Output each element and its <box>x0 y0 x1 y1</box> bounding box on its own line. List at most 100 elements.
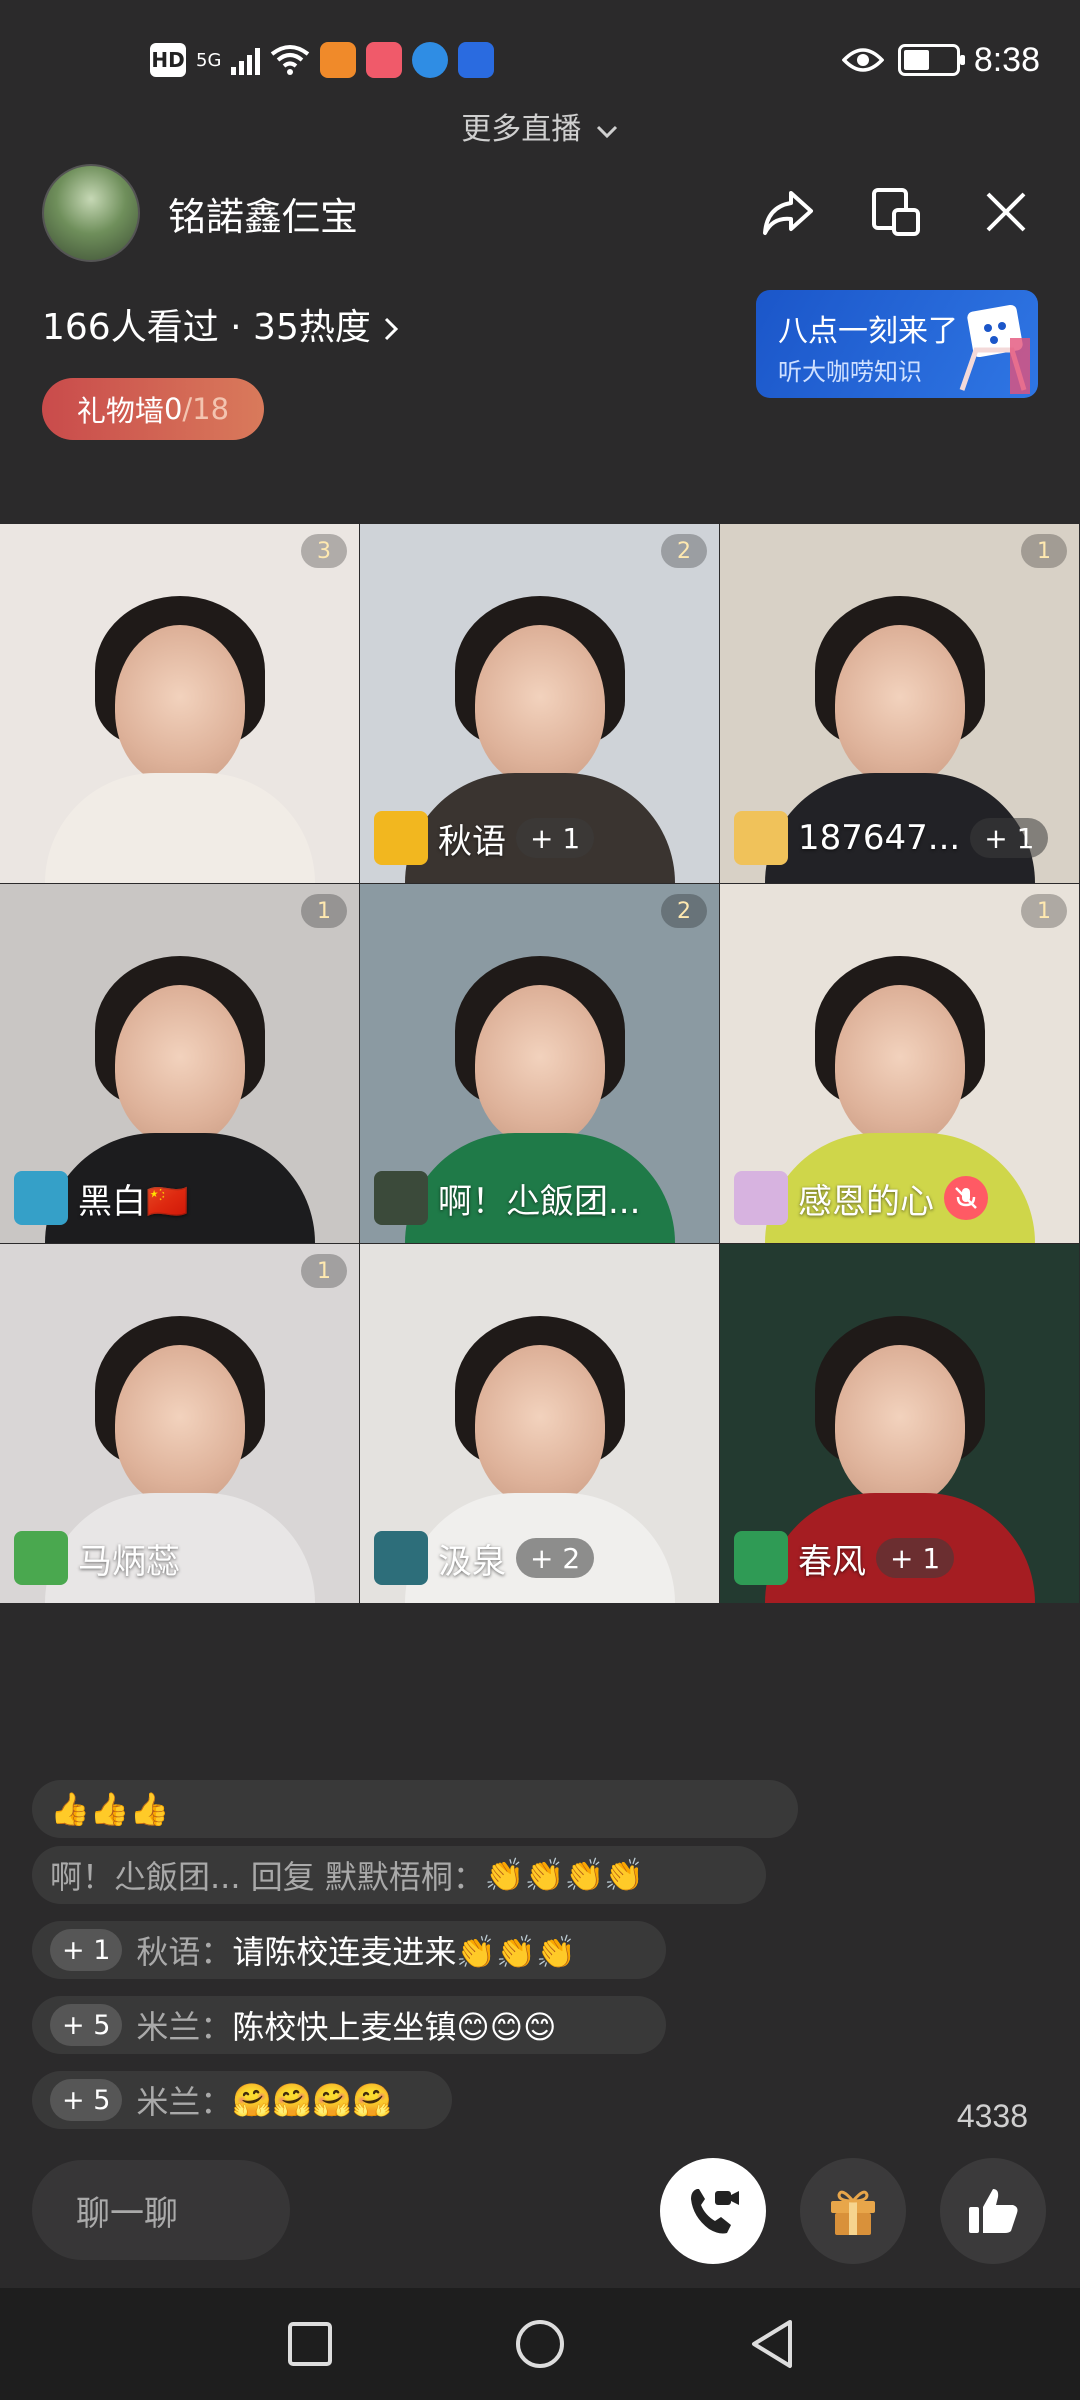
chat-message[interactable]: + 1 秋语： 请陈校连麦进来👏👏👏 <box>32 1921 666 1979</box>
picture-in-picture-icon[interactable] <box>864 180 928 244</box>
room-name[interactable]: 铭諾鑫仨宝 <box>168 186 358 241</box>
back-button[interactable] <box>744 2316 800 2372</box>
seat-number-badge: 2 <box>661 534 707 568</box>
seat-number-badge: 1 <box>301 1254 347 1288</box>
more-live-label: 更多直播 <box>461 112 582 147</box>
eye-icon <box>841 48 884 72</box>
participant-face <box>474 1344 605 1505</box>
close-icon[interactable] <box>974 180 1038 244</box>
hd-icon: HD <box>150 43 186 77</box>
participant-name: 汲泉 <box>438 1541 506 1582</box>
viewers-stats[interactable]: 166人看过 · 35热度 <box>42 298 400 350</box>
gift-button[interactable] <box>800 2158 906 2264</box>
participant-avatar <box>734 1171 788 1225</box>
video-call-button[interactable] <box>660 2158 766 2264</box>
gift-wall-button[interactable]: 礼物墙 0 /18 <box>42 378 264 440</box>
network-type: 5G <box>196 49 222 71</box>
participant-nameplate[interactable]: 春风 + 1 <box>734 1531 955 1585</box>
video-tile[interactable]: 汲泉 + 2 <box>360 1244 719 1603</box>
video-tile[interactable]: 2 秋语 + 1 <box>360 524 719 883</box>
participant-avatar <box>14 1531 68 1585</box>
viewers-text: 166人看过 · 35热度 <box>42 307 371 348</box>
seat-number-badge: 1 <box>301 894 347 928</box>
video-tile[interactable]: 1 黑白🇨🇳 <box>0 884 359 1243</box>
battery-icon <box>897 44 965 76</box>
participant-nameplate[interactable]: 马炳蕊 <box>14 1531 180 1585</box>
chat-text: 👍👍👍 <box>50 1790 170 1828</box>
home-icon <box>516 2320 564 2368</box>
chat-message[interactable]: + 5 米兰： 🤗🤗🤗🤗 <box>32 2071 452 2129</box>
chat-message[interactable]: + 5 米兰： 陈校快上麦坐镇😊😊😊 <box>32 1996 666 2054</box>
participant-avatar <box>374 811 428 865</box>
gift-icon <box>831 2190 875 2235</box>
like-button[interactable] <box>940 2158 1046 2264</box>
browser-app-icon <box>412 42 449 78</box>
gift-wall-label: 礼物墙 <box>76 394 164 428</box>
participant-nameplate[interactable]: 汲泉 + 2 <box>374 1531 595 1585</box>
participant-level-badge: + 2 <box>516 1538 595 1578</box>
seat-number-badge: 1 <box>1021 534 1067 568</box>
more-live-dropdown[interactable]: 更多直播 <box>0 104 1080 148</box>
shopping-app-icon <box>366 42 403 78</box>
participant-name: 啊！尐飯团... <box>438 1181 641 1222</box>
participant-avatar <box>14 1171 68 1225</box>
participant-body <box>44 773 315 883</box>
promo-banner[interactable]: 八点一刻来了 听大咖唠知识 <box>756 290 1038 398</box>
participant-avatar <box>374 1171 428 1225</box>
participant-face <box>114 624 245 785</box>
chat-text: 陈校快上麦坐镇😊😊😊 <box>232 2008 557 2046</box>
promo-title: 八点一刻来了 <box>778 314 958 349</box>
participant-name: 黑白🇨🇳 <box>78 1181 189 1222</box>
participant-face <box>474 984 605 1145</box>
participant-avatar <box>734 1531 788 1585</box>
participant-nameplate[interactable]: 黑白🇨🇳 <box>14 1171 188 1225</box>
chevron-right-icon <box>385 317 399 341</box>
host-avatar[interactable] <box>42 164 140 262</box>
video-tile[interactable]: 1 187647... + 1 <box>720 524 1079 883</box>
video-tile[interactable]: 1 马炳蕊 <box>0 1244 359 1603</box>
wifi-icon <box>271 45 310 75</box>
seat-number-badge: 3 <box>301 534 347 568</box>
participant-face <box>834 624 965 785</box>
mic-muted-icon <box>944 1176 988 1220</box>
participant-name: 春风 <box>798 1541 866 1582</box>
participant-nameplate[interactable]: 感恩的心 <box>734 1171 988 1225</box>
share-icon[interactable] <box>756 180 820 244</box>
chat-text: 👏👏👏👏 <box>484 1856 645 1894</box>
participant-level-badge: + 1 <box>970 818 1049 858</box>
participant-face <box>474 624 605 785</box>
participant-face <box>834 1344 965 1505</box>
video-tile[interactable]: 1 感恩的心 <box>720 884 1079 1243</box>
status-left: HD 5G <box>150 36 495 84</box>
participant-nameplate[interactable]: 啊！尐飯团... <box>374 1171 640 1225</box>
participant-nameplate[interactable]: 187647... + 1 <box>734 811 1049 865</box>
signal-icon <box>231 45 261 75</box>
video-app-icon <box>320 42 357 78</box>
chat-message[interactable]: 啊！尐飯团... 回复 默默梧桐： 👏👏👏👏 <box>32 1846 766 1904</box>
participant-nameplate[interactable]: 秋语 + 1 <box>374 811 595 865</box>
participant-name: 187647... <box>798 818 961 858</box>
participant-name: 秋语 <box>438 821 506 862</box>
chat-user: 秋语： <box>136 1933 233 1971</box>
video-tile[interactable]: 春风 + 1 <box>720 1244 1079 1603</box>
clock: 8:38 <box>973 40 1040 79</box>
participant-avatar <box>374 1531 428 1585</box>
chat-input-placeholder: 聊一聊 <box>76 2193 178 2234</box>
video-grid: 3 2 秋语 + 1 1 187647... + 1 1 黑白🇨🇳 2 啊！尐飯团... 1 感恩的心 1… <box>0 524 1080 1604</box>
participant-face <box>114 984 245 1145</box>
bulb-app-icon <box>458 42 495 78</box>
recent-apps-button[interactable] <box>282 2316 338 2372</box>
participant-level-badge: + 1 <box>876 1538 955 1578</box>
gift-wall-total: /18 <box>182 392 230 426</box>
participant-level-badge: + 1 <box>516 818 595 858</box>
gift-wall-current: 0 <box>163 392 183 426</box>
chat-input[interactable]: 聊一聊 <box>32 2160 290 2260</box>
user-level-badge: + 1 <box>50 1929 123 1971</box>
video-tile[interactable]: 3 <box>0 524 359 883</box>
chat-message[interactable]: 👍👍👍 <box>32 1780 798 1838</box>
video-tile[interactable]: 2 啊！尐飯团... <box>360 884 719 1243</box>
home-button[interactable] <box>512 2316 568 2372</box>
recent-apps-icon <box>288 2322 332 2366</box>
seat-number-badge: 1 <box>1021 894 1067 928</box>
chat-text: 🤗🤗🤗🤗 <box>232 2081 392 2119</box>
